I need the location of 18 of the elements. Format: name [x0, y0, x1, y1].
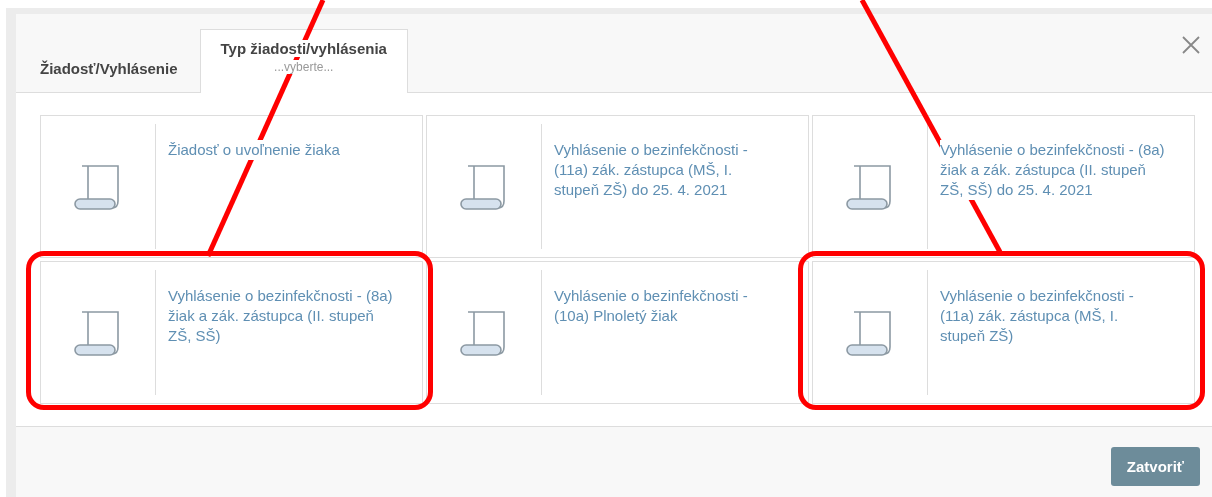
- document-icon: [460, 162, 508, 211]
- document-icon: [74, 162, 122, 211]
- request-type-label: Žiadosť o uvoľnenie žiaka: [168, 140, 340, 161]
- request-type-card[interactable]: Vyhlásenie o bezinfekčnosti - (8a) žiak a zák. zástupca (II. stupeň ZŠ, SŠ) do 25. 4. 2021: [812, 115, 1195, 259]
- document-icon: [74, 308, 122, 357]
- request-type-card[interactable]: Vyhlásenie o bezinfekčnosti - (11a) zák. zástupca (MŠ, I. stupeň ZŠ) do 25. 4. 2021: [426, 115, 809, 259]
- close-icon: [1182, 36, 1200, 54]
- document-icon: [846, 308, 894, 357]
- document-icon: [460, 308, 508, 357]
- request-type-card[interactable]: Vyhlásenie o bezinfekčnosti - (11a) zák. zástupca (MŠ, I. stupeň ZŠ): [812, 261, 1195, 405]
- document-icon: [846, 162, 894, 211]
- request-type-card[interactable]: Vyhlásenie o bezinfekčnosti - (8a) žiak a zák. zástupca (II. stupeň ZŠ, SŠ): [40, 261, 423, 405]
- request-type-card[interactable]: Žiadosť o uvoľnenie žiaka: [40, 115, 423, 259]
- request-type-card[interactable]: Vyhlásenie o bezinfekčnosti - (10a) Plnoletý žiak: [426, 261, 809, 405]
- tab[interactable]: Žiadosť/Vyhlásenie: [40, 60, 178, 94]
- close-dialog-button[interactable]: Zatvoriť: [1110, 446, 1200, 486]
- tab[interactable]: Typ žiadosti/vyhlásenia ...vyberte...: [199, 29, 408, 94]
- request-type-label: Vyhlásenie o bezinfekčnosti - (8a) žiak a zák. zástupca (II. stupeň ZŠ, SŠ) do 25. 4. 2021: [940, 140, 1165, 201]
